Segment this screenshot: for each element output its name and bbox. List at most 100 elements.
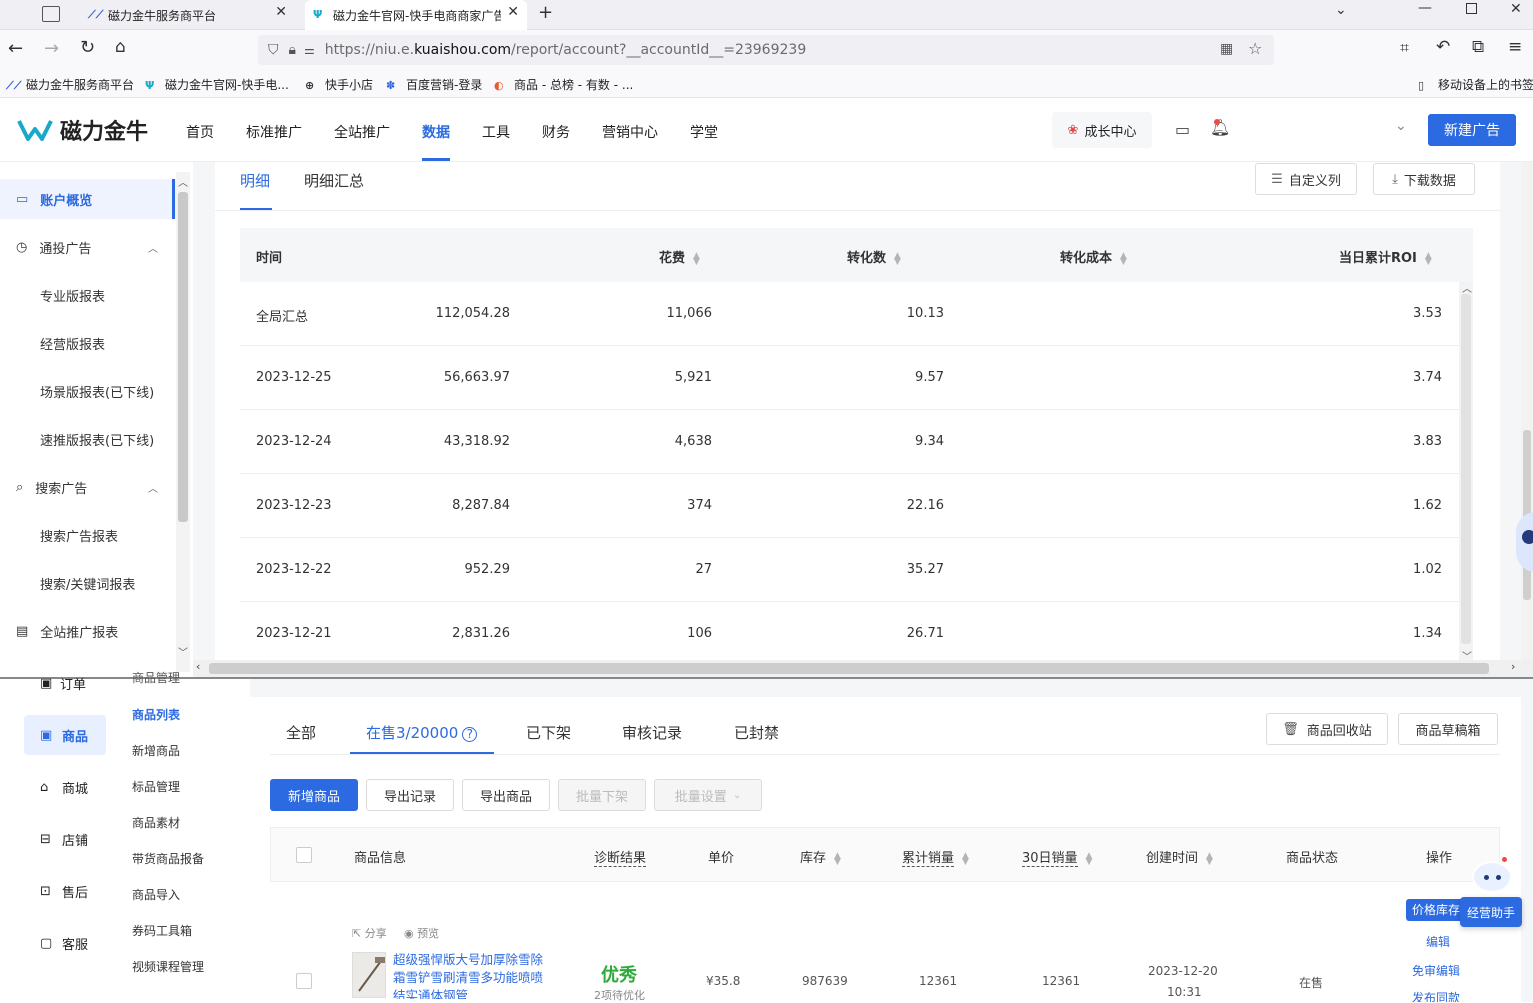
bookmark-item[interactable]: ⊕ 快手小店 [305, 76, 373, 93]
export-log-button[interactable]: 导出记录 [366, 779, 454, 811]
recycle-bin-button[interactable]: 🗑︎ 商品回收站 [1266, 713, 1388, 745]
scroll-up-icon[interactable]: ︿ [178, 174, 188, 189]
lock-icon[interactable]: 🔒︎ [289, 42, 296, 58]
goods-tab-on-sale[interactable]: 在售3/20000? [366, 722, 478, 743]
menu-icon[interactable]: ≡ [1508, 37, 1522, 57]
shop-subnav-report[interactable]: 带货商品报备 [132, 850, 204, 867]
shop-subnav-goods-management[interactable]: 商品管理 [132, 669, 180, 686]
custom-columns-button[interactable]: ☰ 自定义列 [1255, 163, 1357, 195]
tab-detail-summary[interactable]: 明细汇总 [304, 170, 364, 191]
logo[interactable]: 磁力金牛 [16, 114, 148, 146]
scroll-left-icon[interactable]: ‹ [196, 660, 200, 673]
collapse-chevron-icon[interactable]: ︿ [148, 480, 158, 495]
batch-settings-button[interactable]: 批量设置 ⌄ [654, 779, 762, 811]
new-ad-button[interactable]: 新建广告 [1428, 114, 1516, 146]
diagnosis-subtext[interactable]: 2项待优化 [594, 987, 645, 1003]
qr-code-icon[interactable]: ▦ [1220, 41, 1233, 57]
reload-icon[interactable]: ↻ [80, 37, 95, 58]
sidebar-item-general-ads[interactable]: ◷ 通投广告 ︿ [0, 227, 176, 267]
nav-home[interactable]: 首页 [186, 122, 214, 142]
col-created-time[interactable]: 创建时间 ▲ ▼ [1146, 847, 1214, 866]
col-roi[interactable]: 当日累计ROI ▲ ▼ [1339, 247, 1433, 266]
bookmark-item[interactable]: ⟋⟋ 磁力金牛服务商平台 [6, 76, 134, 93]
scroll-up-icon[interactable]: ︿ [1462, 280, 1472, 295]
shop-nav-store[interactable]: ⊟ 店铺 [0, 819, 110, 859]
shop-subnav-standard-goods[interactable]: 标品管理 [132, 778, 180, 795]
forward-icon[interactable]: → [44, 38, 59, 59]
shop-subnav-import[interactable]: 商品导入 [132, 886, 180, 903]
preview-link[interactable]: ◉ 预览 [404, 925, 439, 941]
message-icon[interactable]: ▭ [1175, 120, 1190, 139]
shop-subnav-video-course[interactable]: 视频课程管理 [132, 958, 204, 975]
close-tab-icon[interactable]: ✕ [507, 4, 519, 20]
browser-tab-2[interactable]: Ψ 磁力金牛官网-快手电商商家广告 ✕ [305, 0, 527, 30]
nav-standard-promo[interactable]: 标准推广 [246, 122, 302, 142]
minimize-icon[interactable]: — [1418, 0, 1432, 16]
col-stock[interactable]: 库存 ▲ ▼ [800, 847, 842, 866]
edit-link[interactable]: 编辑 [1426, 933, 1450, 950]
nav-marketing[interactable]: 营销中心 [602, 122, 658, 142]
sort-icon[interactable]: ▲ ▼ [1120, 251, 1128, 266]
sort-icon[interactable]: ▲ ▼ [1086, 851, 1094, 866]
tab-overview-icon[interactable] [42, 6, 60, 22]
sidebar-scrollbar[interactable] [176, 172, 190, 672]
shop-nav-orders[interactable]: ▣ 订单 [0, 663, 110, 703]
horizontal-scroll-thumb[interactable] [209, 663, 1489, 674]
drafts-button[interactable]: 商品草稿箱 [1398, 713, 1498, 745]
sidebar-scroll-thumb[interactable] [178, 192, 188, 522]
nav-data[interactable]: 数据 [422, 122, 450, 142]
bookmark-star-icon[interactable]: ☆ [1248, 39, 1262, 58]
table-vscroll-thumb[interactable] [1461, 294, 1471, 644]
sidebar-item-search-report[interactable]: 搜索广告报表 [0, 515, 176, 555]
extensions-icon[interactable]: ⧉ [1472, 37, 1484, 57]
sort-icon[interactable]: ▲ ▼ [962, 851, 970, 866]
goods-tab-review-records[interactable]: 审核记录 [622, 722, 682, 743]
new-tab-icon[interactable]: + [538, 2, 553, 23]
price-stock-button[interactable]: 价格库存 [1406, 899, 1466, 921]
mobile-bookmarks[interactable]: ▯ 移动设备上的书签 [1418, 76, 1533, 93]
maximize-icon[interactable] [1466, 3, 1477, 14]
bookmark-item[interactable]: ✽ 百度营销-登录 [386, 76, 482, 93]
url-text[interactable]: https://niu.e.kuaishou.com/report/accoun… [325, 42, 807, 58]
product-thumbnail[interactable] [352, 952, 386, 998]
page-scrollbar[interactable] [1521, 162, 1533, 662]
tab-detail[interactable]: 明细 [240, 170, 270, 191]
sidebar-item-business-report[interactable]: 经营版报表 [0, 323, 176, 363]
add-goods-button[interactable]: 新增商品 [270, 779, 358, 811]
sort-icon[interactable]: ▲ ▼ [834, 851, 842, 866]
shop-subnav-coupon-tools[interactable]: 券码工具箱 [132, 922, 192, 939]
sidebar-item-scene-report[interactable]: 场景版报表(已下线) [0, 371, 176, 411]
sort-icon[interactable]: ▲ ▼ [1206, 851, 1214, 866]
bookmark-item[interactable]: Ψ 磁力金牛官网-快手电... [145, 76, 289, 93]
download-data-button[interactable]: ⤓ 下载数据 [1373, 163, 1475, 195]
horizontal-scrollbar[interactable]: ‹ › [193, 660, 1533, 677]
help-icon[interactable]: ? [462, 727, 478, 742]
shop-subnav-goods-list[interactable]: 商品列表 [132, 706, 180, 723]
col-conversions[interactable]: 转化数 ▲ ▼ [847, 247, 902, 266]
sidebar-item-pro-report[interactable]: 专业版报表 [0, 275, 176, 315]
site-permissions-icon[interactable]: ⚌ [304, 43, 315, 57]
tab-list-chevron-icon[interactable]: ⌄ [1335, 2, 1347, 18]
nav-site-promo[interactable]: 全站推广 [334, 122, 390, 142]
sort-icon[interactable]: ▲ ▼ [894, 251, 902, 266]
shop-subnav-add-goods[interactable]: 新增商品 [132, 742, 180, 759]
share-link[interactable]: ⇱ 分享 [352, 925, 387, 941]
product-title[interactable]: 超级强悍版大号加厚除雪除霜雪铲雪刷清雪多功能喷喷结实通体钢管 [393, 951, 551, 999]
quick-edit-link[interactable]: 免审编辑 [1412, 962, 1460, 979]
goods-tab-banned[interactable]: 已封禁 [734, 722, 779, 743]
collapse-chevron-icon[interactable]: ︿ [148, 240, 158, 255]
business-assistant-button[interactable]: 经营助手 [1460, 897, 1522, 927]
sidebar-item-search-ads[interactable]: ⌕ 搜索广告 ︿ [0, 467, 176, 507]
sidebar-item-keyword-report[interactable]: 搜索/关键词报表 [0, 563, 176, 603]
home-icon[interactable]: ⌂ [115, 37, 126, 57]
col-spend[interactable]: 花费 ▲ ▼ [659, 247, 701, 266]
scroll-down-icon[interactable]: ﹀ [178, 644, 188, 659]
close-window-icon[interactable]: ✕ [1510, 1, 1522, 17]
batch-off-shelf-button[interactable]: 批量下架 [558, 779, 646, 811]
shop-nav-goods[interactable]: ▣ 商品 [0, 715, 110, 755]
close-tab-icon[interactable]: ✕ [275, 4, 287, 20]
export-goods-button[interactable]: 导出商品 [462, 779, 550, 811]
growth-center-button[interactable]: ❀ 成长中心 [1052, 112, 1152, 148]
row-checkbox[interactable] [296, 973, 312, 989]
shop-nav-service[interactable]: ▢ 客服 [0, 923, 110, 963]
